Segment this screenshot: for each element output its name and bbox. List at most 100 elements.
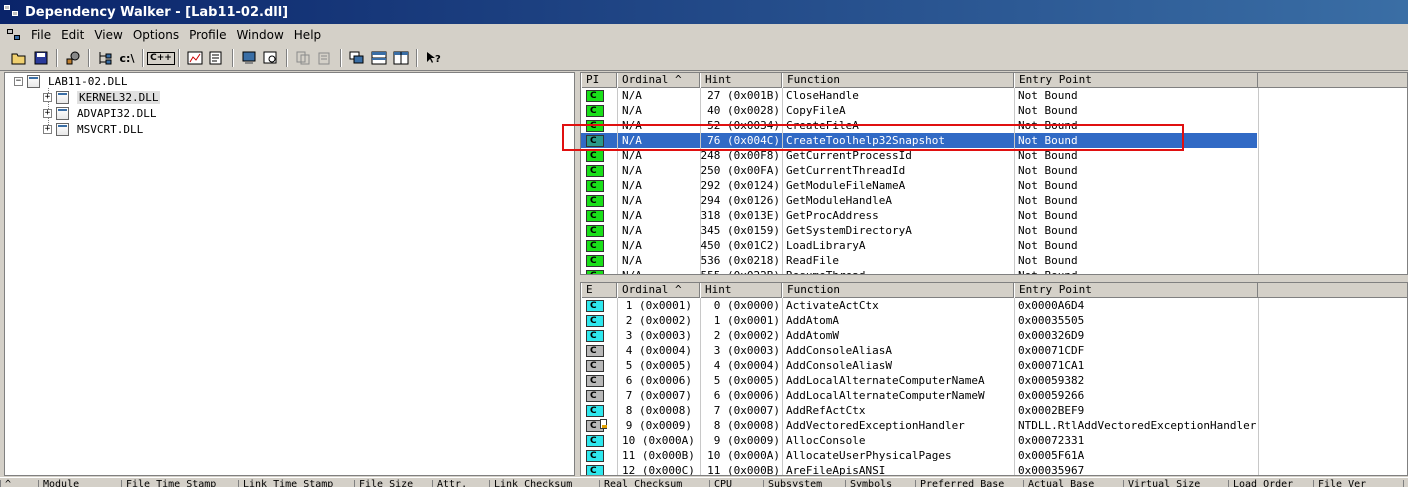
export-row[interactable]: C 10 (0x000A) 9 (0x0009) AllocConsole 0x0007… [581, 433, 1407, 448]
expand-toggle[interactable]: + [43, 92, 52, 102]
import-row[interactable]: C N/A 345 (0x0159) GetSystemDirectoryA Not B… [581, 223, 1407, 238]
column-header-entry-point[interactable]: Entry Point [1014, 73, 1258, 88]
mdi-child-icon[interactable] [6, 28, 24, 42]
module-list-column-header[interactable]: Link Time Stamp [238, 480, 354, 487]
tree-node-msvcrt[interactable]: + MSVCRT.DLL [43, 121, 143, 137]
expand-toggle[interactable]: + [43, 108, 52, 118]
module-list-column-header[interactable]: Real Checksum [599, 480, 709, 487]
cascade-button[interactable] [346, 48, 368, 69]
module-list-column-header[interactable]: ^ [0, 480, 38, 487]
tree-root-node[interactable]: − LAB11-02.DLL [14, 73, 127, 89]
export-row[interactable]: C9 (0x0009) 8 (0x0008) AddVectoredExceptio… [581, 418, 1407, 433]
import-row[interactable]: C N/A 450 (0x01C2) LoadLibraryA Not Bound [581, 238, 1407, 253]
export-function-name: AddConsoleAliasW [786, 359, 892, 372]
full-paths-button[interactable]: c:\ [116, 48, 138, 69]
export-row[interactable]: C 7 (0x0007) 6 (0x0006) AddLocalAlternateCo… [581, 388, 1407, 403]
tree-view-button[interactable] [94, 48, 116, 69]
menu-bar: File Edit View Options Profile Window He… [0, 25, 1408, 45]
paste-button[interactable] [314, 48, 336, 69]
menu-window[interactable]: Window [231, 26, 288, 44]
import-row[interactable]: C N/A 27 (0x001B) CloseHandle Not Bound [581, 88, 1407, 103]
column-header-pi[interactable]: PI [581, 73, 617, 88]
module-list-column-header[interactable]: Load Order [1228, 480, 1313, 487]
module-list-column-header[interactable]: Preferred Base [915, 480, 1023, 487]
tile-vertical-button[interactable] [390, 48, 412, 69]
exports-list: E Ordinal ^ Hint Function Entry Point C 1… [580, 282, 1408, 476]
module-list-column-header[interactable]: File Size [354, 480, 432, 487]
import-row[interactable]: C N/A 536 (0x0218) ReadFile Not Bound [581, 253, 1407, 268]
properties-button[interactable] [206, 48, 228, 69]
import-row[interactable]: C N/A 292 (0x0124) GetModuleFileNameA Not Bo… [581, 178, 1407, 193]
export-row[interactable]: C 5 (0x0005) 4 (0x0004) AddConsoleAliasW 0x0… [581, 358, 1407, 373]
module-list-column-header[interactable]: CPU [709, 480, 763, 487]
module-list-column-header[interactable]: File Time Stamp [121, 480, 238, 487]
column-header-function[interactable]: Function [782, 283, 1014, 298]
column-header-hint[interactable]: Hint [700, 73, 782, 88]
menu-view[interactable]: View [89, 26, 127, 44]
column-header-entry-point[interactable]: Entry Point [1014, 283, 1258, 298]
tree-node-advapi32[interactable]: + ADVAPI32.DLL [43, 105, 156, 121]
export-entry-point: 0x00071CA1 [1018, 359, 1085, 372]
save-button[interactable] [30, 48, 52, 69]
context-help-button[interactable]: ? [422, 48, 444, 69]
menu-options[interactable]: Options [128, 26, 184, 44]
import-row[interactable]: C N/A 40 (0x0028) CopyFileA Not Bound [581, 103, 1407, 118]
export-ordinal: 1 (0x0001) [625, 299, 692, 312]
menu-profile[interactable]: Profile [184, 26, 231, 44]
menu-file[interactable]: File [26, 26, 56, 44]
import-ordinal: N/A [622, 209, 642, 222]
export-row[interactable]: C 4 (0x0004) 3 (0x0003) AddConsoleAliasA 0x0… [581, 343, 1407, 358]
column-header-function[interactable]: Function [782, 73, 1014, 88]
module-list-column-header[interactable]: File Ver [1313, 480, 1403, 487]
dll-module-icon [56, 122, 69, 136]
external-viewer-button[interactable] [260, 48, 282, 69]
export-function-name: AddLocalAlternateComputerNameA [786, 374, 985, 387]
expand-toggle[interactable]: + [43, 124, 52, 134]
import-row[interactable]: C N/A 318 (0x013E) GetProcAddress Not Bound [581, 208, 1407, 223]
import-ordinal: N/A [622, 89, 642, 102]
export-hint: 1 (0x0001) [713, 314, 780, 327]
import-row[interactable]: C N/A 250 (0x00FA) GetCurrentThreadId Not Bo… [581, 163, 1407, 178]
c-function-icon: C [586, 270, 604, 274]
import-row[interactable]: C N/A 294 (0x0126) GetModuleHandleA Not Boun… [581, 193, 1407, 208]
module-list-column-header[interactable]: Symbols [845, 480, 915, 487]
import-entry-point: Not Bound [1018, 164, 1078, 177]
export-row[interactable]: C 1 (0x0001) 0 (0x0000) ActivateActCtx 0x000… [581, 298, 1407, 313]
collapse-toggle[interactable]: − [14, 76, 23, 86]
menu-help[interactable]: Help [289, 26, 326, 44]
module-list-column-header[interactable]: Module [38, 480, 121, 487]
export-row[interactable]: C 6 (0x0006) 5 (0x0005) AddLocalAlternateCo… [581, 373, 1407, 388]
column-header-ordinal[interactable]: Ordinal ^ [617, 73, 700, 88]
export-row[interactable]: C 12 (0x000C) 11 (0x000B) AreFileApisANSI 0x… [581, 463, 1407, 475]
module-tree-pane: − LAB11-02.DLL + KERNEL32.DLL + ADVAPI32… [4, 72, 575, 476]
export-row[interactable]: C 3 (0x0003) 2 (0x0002) AddAtomW 0x000326D9 [581, 328, 1407, 343]
undecorate-cpp-button[interactable]: C++ [147, 48, 175, 69]
tree-node-kernel32[interactable]: + KERNEL32.DLL [43, 89, 161, 105]
module-list-column-header[interactable]: Product [1403, 480, 1408, 487]
copy-button[interactable] [292, 48, 314, 69]
module-list-column-header[interactable]: Actual Base [1023, 480, 1123, 487]
module-list-column-header[interactable]: Link Checksum [489, 480, 599, 487]
module-list-column-header[interactable]: Attr. [432, 480, 489, 487]
export-row[interactable]: C 2 (0x0002) 1 (0x0001) AddAtomA 0x00035505 [581, 313, 1407, 328]
import-function-name: ReadFile [786, 254, 839, 267]
export-entry-point: NTDLL.RtlAddVectoredExceptionHandler [1018, 419, 1257, 432]
export-row[interactable]: C 8 (0x0008) 7 (0x0007) AddRefActCtx 0x0002B… [581, 403, 1407, 418]
column-header-hint[interactable]: Hint [700, 283, 782, 298]
import-function-name: GetSystemDirectoryA [786, 224, 912, 237]
find-button[interactable] [62, 48, 84, 69]
export-row[interactable]: C 11 (0x000B) 10 (0x000A) AllocateUserPhysi… [581, 448, 1407, 463]
module-list-column-header[interactable]: Virtual Size [1123, 480, 1228, 487]
menu-edit[interactable]: Edit [56, 26, 89, 44]
column-header-ordinal[interactable]: Ordinal ^ [617, 283, 700, 298]
profile-button[interactable] [184, 48, 206, 69]
column-header-e[interactable]: E [581, 283, 617, 298]
export-entry-point: 0x0005F61A [1018, 449, 1085, 462]
export-hint: 8 (0x0008) [713, 419, 780, 432]
open-button[interactable] [8, 48, 30, 69]
system-info-button[interactable] [238, 48, 260, 69]
export-hint: 6 (0x0006) [713, 389, 780, 402]
import-row[interactable]: C N/A 555 (0x022B) ResumeThread Not Bound [581, 268, 1407, 274]
tile-horizontal-button[interactable] [368, 48, 390, 69]
module-list-column-header[interactable]: Subsystem [763, 480, 845, 487]
